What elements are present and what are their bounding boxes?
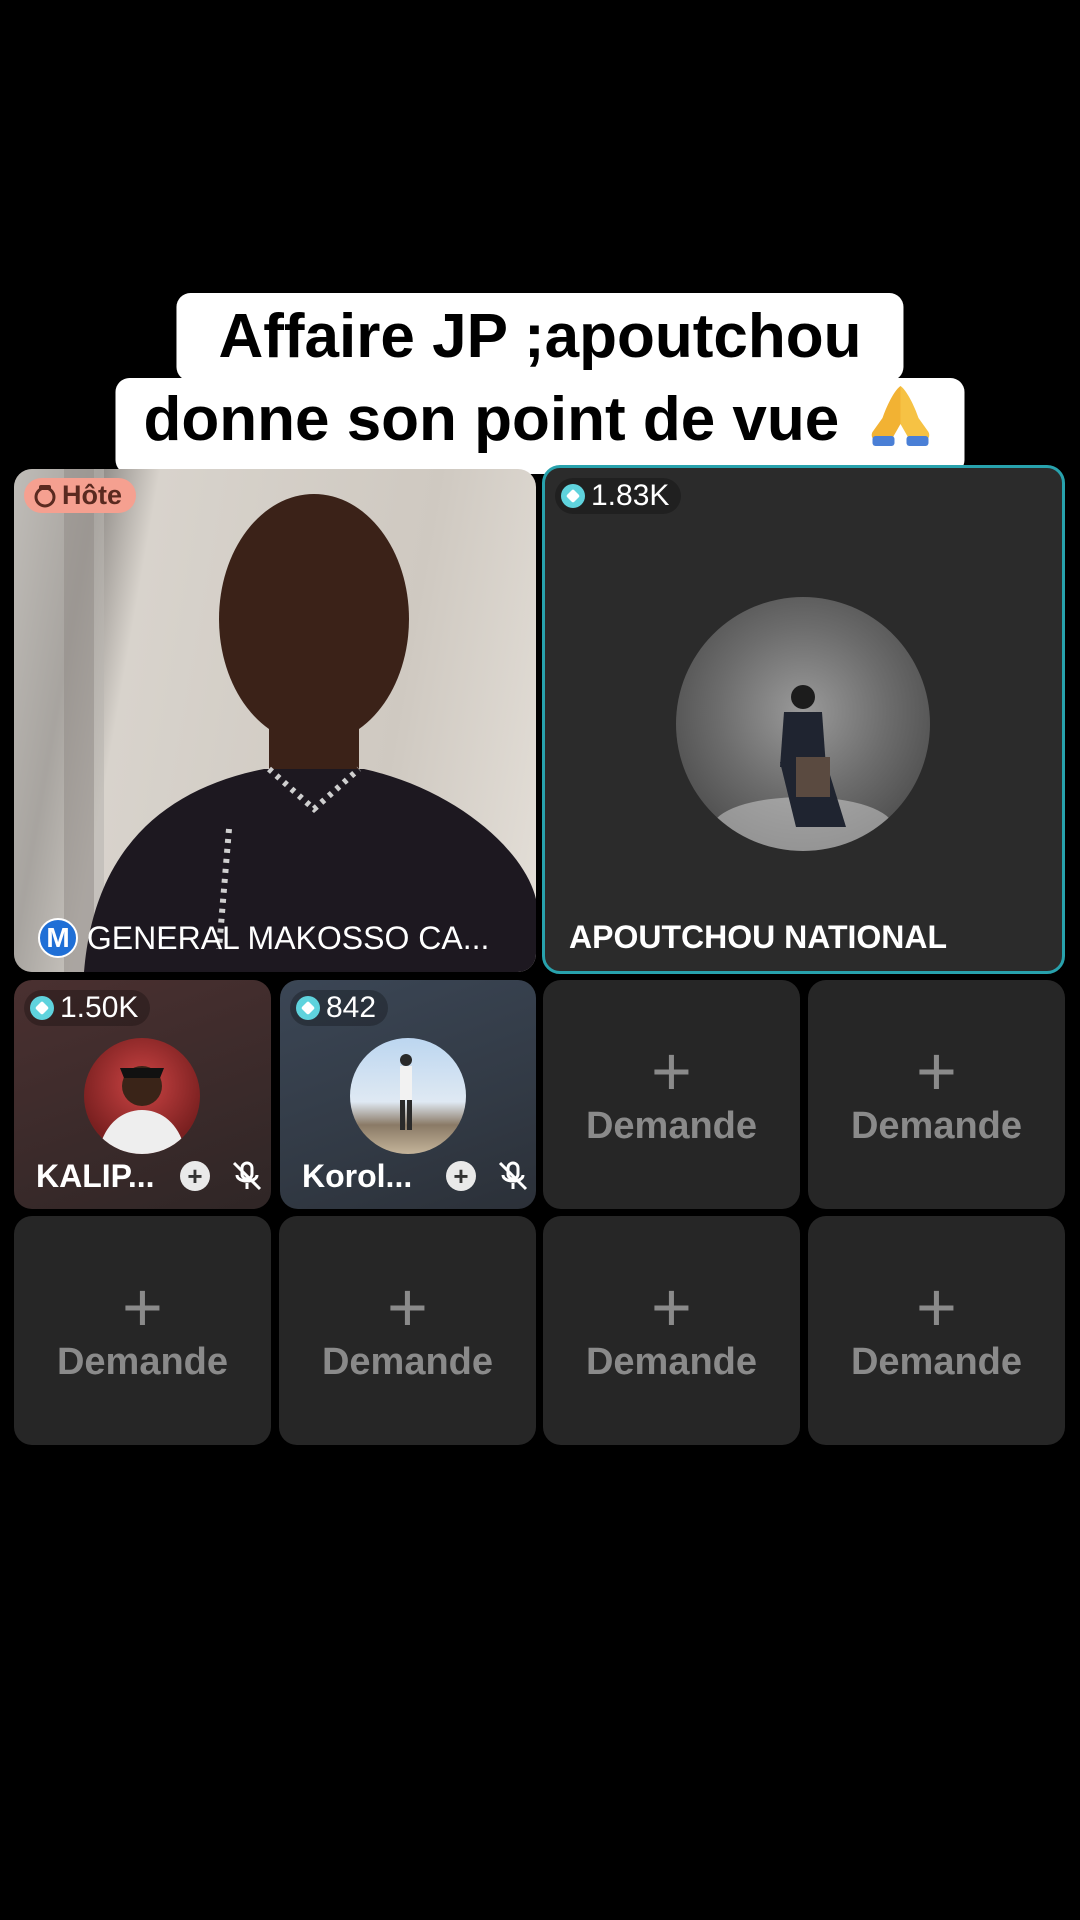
small-guest-2-avatar — [350, 1038, 466, 1154]
gem-icon — [561, 484, 585, 508]
host-video-frame — [14, 469, 536, 972]
request-slot[interactable]: + Demande — [14, 1216, 271, 1445]
m-badge-icon: M — [38, 918, 78, 958]
host-video-tile[interactable]: Hôte M GENERAL MAKOSSO CA... — [14, 469, 536, 972]
request-slot[interactable]: + Demande — [543, 1216, 800, 1445]
small-guest-1-avatar-figure — [98, 1066, 186, 1154]
request-slot[interactable]: + Demande — [808, 980, 1065, 1209]
guest-tile-active[interactable]: 1.83K APOUTCHOU NATIONAL — [542, 465, 1065, 974]
host-name-row: M GENERAL MAKOSSO CA... — [14, 916, 536, 960]
request-slot[interactable]: + Demande — [808, 1216, 1065, 1445]
guest-name: APOUTCHOU NATIONAL — [569, 919, 948, 955]
small-guest-1-avatar — [84, 1038, 200, 1154]
request-label: Demande — [585, 1105, 758, 1147]
host-face-icon — [34, 484, 56, 507]
guest-count-badge: 1.83K — [555, 478, 682, 514]
add-icon: + — [651, 1032, 692, 1110]
small-guest-2-avatar-figure — [400, 1054, 412, 1130]
gem-icon — [296, 996, 320, 1020]
caption-line-2: donne son point de vue — [115, 378, 965, 474]
small-guest-1-count: 1.50K — [60, 991, 139, 1024]
request-label: Demande — [850, 1341, 1023, 1383]
guest-avatar — [676, 597, 930, 851]
mic-muted-icon — [232, 1161, 262, 1191]
add-icon: + — [122, 1268, 163, 1346]
small-guest-tile-2[interactable]: 842 Korol... + — [280, 980, 536, 1209]
caption-line-1: Affaire JP ;apoutchou — [176, 293, 904, 381]
follow-plus-icon[interactable]: + — [446, 1161, 476, 1191]
request-label: Demande — [850, 1105, 1023, 1147]
small-guest-2-count: 842 — [326, 991, 377, 1024]
request-label: Demande — [56, 1341, 229, 1383]
request-slot[interactable]: + Demande — [279, 1216, 536, 1445]
host-name: GENERAL MAKOSSO CA... — [86, 920, 490, 956]
folded-hands-icon — [871, 386, 930, 446]
add-icon: + — [916, 1032, 957, 1110]
host-badge: Hôte — [24, 478, 136, 513]
add-icon: + — [651, 1268, 692, 1346]
follow-plus-icon[interactable]: + — [180, 1161, 210, 1191]
guest-count: 1.83K — [591, 479, 670, 512]
request-label: Demande — [585, 1341, 758, 1383]
caption-line-2-text: donne son point de vue — [143, 385, 840, 454]
mic-muted-icon — [498, 1161, 528, 1191]
small-guest-1-name: KALIP... — [36, 1158, 155, 1194]
small-guest-1-count-badge: 1.50K — [24, 990, 151, 1026]
request-label: Demande — [321, 1341, 494, 1383]
request-slot[interactable]: + Demande — [543, 980, 800, 1209]
gem-icon — [30, 996, 54, 1020]
add-icon: + — [916, 1268, 957, 1346]
small-guest-2-count-badge: 842 — [290, 990, 389, 1026]
small-guest-tile-1[interactable]: 1.50K KALIP... + — [14, 980, 271, 1209]
host-badge-label: Hôte — [62, 480, 122, 510]
add-icon: + — [387, 1268, 428, 1346]
small-guest-2-name: Korol... — [302, 1158, 413, 1194]
guest-avatar-figure — [713, 685, 893, 851]
